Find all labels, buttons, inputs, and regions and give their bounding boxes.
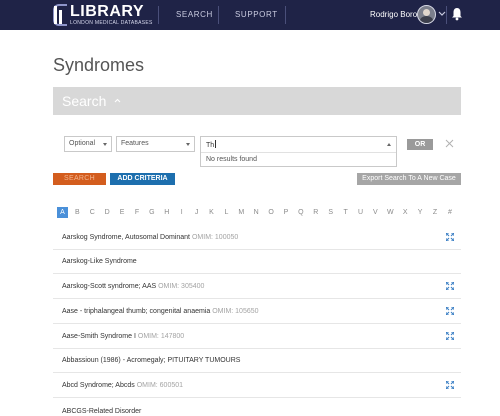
chevron-up-icon[interactable]	[114, 97, 121, 104]
operator-select-value: Optional	[69, 140, 96, 147]
library-logo[interactable]: LIBRARY LONDON MEDICAL DATABASES	[53, 3, 153, 27]
alphabet-letter[interactable]: X	[400, 207, 411, 218]
alphabet-letter[interactable]: C	[87, 207, 98, 218]
alphabet-letter[interactable]: B	[72, 207, 83, 218]
expand-icon[interactable]	[446, 307, 454, 315]
logo-title: LIBRARY	[70, 3, 145, 20]
omim-id: OMIM: 600501	[136, 382, 184, 389]
syndrome-name[interactable]: Aarskog Syndrome, Autosomal Dominant	[62, 234, 190, 241]
alphabet-letter[interactable]: Q	[295, 207, 306, 218]
alphabet-letter[interactable]: O	[266, 207, 277, 218]
syndrome-name[interactable]: Aarskog-Like Syndrome	[62, 258, 137, 265]
text-cursor	[215, 140, 217, 148]
result-row[interactable]: ABCGS-Related Disorder	[53, 400, 461, 416]
nav-search-link[interactable]: SEARCH	[176, 10, 213, 19]
add-criteria-button[interactable]: ADD CRITERIA	[110, 173, 175, 185]
expand-icon[interactable]	[446, 381, 454, 389]
field-select-value: Features	[121, 140, 149, 147]
omim-id: OMIM: 305400	[158, 283, 205, 290]
chevron-down-icon[interactable]	[438, 8, 446, 20]
syndrome-name[interactable]: Aarskog-Scott syndrome; AAS	[62, 283, 156, 290]
alphabet-letter[interactable]: G	[146, 207, 157, 218]
alphabet-letter[interactable]: Y	[415, 207, 426, 218]
alphabet-letter[interactable]: E	[117, 207, 128, 218]
search-button[interactable]: SEARCH	[53, 173, 106, 185]
avatar[interactable]	[417, 5, 436, 24]
nav-support-link[interactable]: SUPPORT	[235, 10, 278, 19]
alphabet-letter[interactable]: K	[206, 207, 217, 218]
dropdown-arrow-icon	[186, 143, 190, 146]
criteria-search-input[interactable]: Th No results found	[200, 136, 397, 167]
syndrome-name[interactable]: ABCGS-Related Disorder	[62, 408, 141, 415]
alphabet-letter[interactable]: N	[251, 207, 262, 218]
dropdown-arrow-icon[interactable]	[387, 143, 391, 146]
or-button[interactable]: OR	[407, 139, 433, 150]
library-logo-icon	[53, 4, 67, 26]
close-icon[interactable]	[445, 139, 454, 148]
expand-icon[interactable]	[446, 332, 454, 340]
bell-icon[interactable]	[451, 7, 463, 21]
alphabet-letter[interactable]: Z	[430, 207, 441, 218]
result-row[interactable]: Abbassioun (1986) - Acromegaly; PITUITAR…	[53, 349, 461, 373]
alphabet-letter[interactable]: D	[102, 207, 113, 218]
alphabet-letter[interactable]: U	[355, 207, 366, 218]
syndrome-name[interactable]: Abbassioun (1986) - Acromegaly; PITUITAR…	[62, 357, 240, 364]
alphabet-letter[interactable]: T	[340, 207, 351, 218]
omim-id: OMIM: 100050	[191, 234, 239, 241]
alphabet-letter[interactable]: A	[57, 207, 68, 218]
alphabet-letter[interactable]: #	[444, 207, 455, 218]
omim-id: OMIM: 147800	[137, 333, 185, 340]
nav-divider	[446, 6, 447, 24]
expand-icon[interactable]	[446, 233, 454, 241]
alphabet-letter[interactable]: L	[221, 207, 232, 218]
nav-divider	[158, 6, 159, 24]
result-row[interactable]: Abcd Syndrome; Abcds OMIM: 600501	[53, 374, 461, 398]
alphabet-letter[interactable]: R	[310, 207, 321, 218]
syndrome-name[interactable]: Aase-Smith Syndrome I	[62, 333, 136, 340]
alphabet-letter[interactable]: I	[176, 207, 187, 218]
result-row[interactable]: Aase - triphalangeal thumb; congenital a…	[53, 300, 461, 324]
export-search-button[interactable]: Export Search To A New Case	[357, 173, 461, 185]
field-select[interactable]: Features	[116, 136, 195, 152]
alphabet-filter: A B C D E F G H I J K L M N O P Q R S T U V W X Y Z #	[57, 207, 461, 218]
alphabet-letter[interactable]: J	[191, 207, 202, 218]
search-panel-label: Search	[62, 93, 107, 109]
logo-subtitle: LONDON MEDICAL DATABASES	[70, 20, 153, 26]
alphabet-letter[interactable]: M	[236, 207, 247, 218]
alphabet-letter[interactable]: H	[161, 207, 172, 218]
alphabet-letter[interactable]: P	[281, 207, 292, 218]
nav-divider	[285, 6, 286, 24]
syndrome-name[interactable]: Aase - triphalangeal thumb; congenital a…	[62, 308, 210, 315]
top-navigation-bar: LIBRARY LONDON MEDICAL DATABASES SEARCH …	[0, 0, 500, 30]
syndrome-name[interactable]: Abcd Syndrome; Abcds	[62, 382, 135, 389]
result-row[interactable]: Aarskog-Like Syndrome	[53, 250, 461, 274]
result-row[interactable]: Aase-Smith Syndrome I OMIM: 147800	[53, 325, 461, 349]
alphabet-letter[interactable]: F	[132, 207, 143, 218]
alphabet-letter[interactable]: S	[325, 207, 336, 218]
criteria-search-value: Th	[206, 142, 215, 149]
omim-id: OMIM: 105650	[212, 308, 259, 315]
expand-icon[interactable]	[446, 282, 454, 290]
no-results-message: No results found	[206, 156, 257, 163]
result-row[interactable]: Aarskog Syndrome, Autosomal Dominant OMI…	[53, 226, 461, 250]
search-panel-header[interactable]: Search	[53, 87, 461, 115]
page-title: Syndromes	[53, 55, 145, 75]
user-name[interactable]: Rodrigo Boro	[370, 10, 417, 19]
operator-select[interactable]: Optional	[64, 136, 112, 152]
alphabet-letter[interactable]: W	[385, 207, 396, 218]
nav-divider	[218, 6, 219, 24]
dropdown-arrow-icon	[103, 143, 107, 146]
alphabet-letter[interactable]: V	[370, 207, 381, 218]
result-row[interactable]: Aarskog-Scott syndrome; AAS OMIM: 305400	[53, 275, 461, 299]
